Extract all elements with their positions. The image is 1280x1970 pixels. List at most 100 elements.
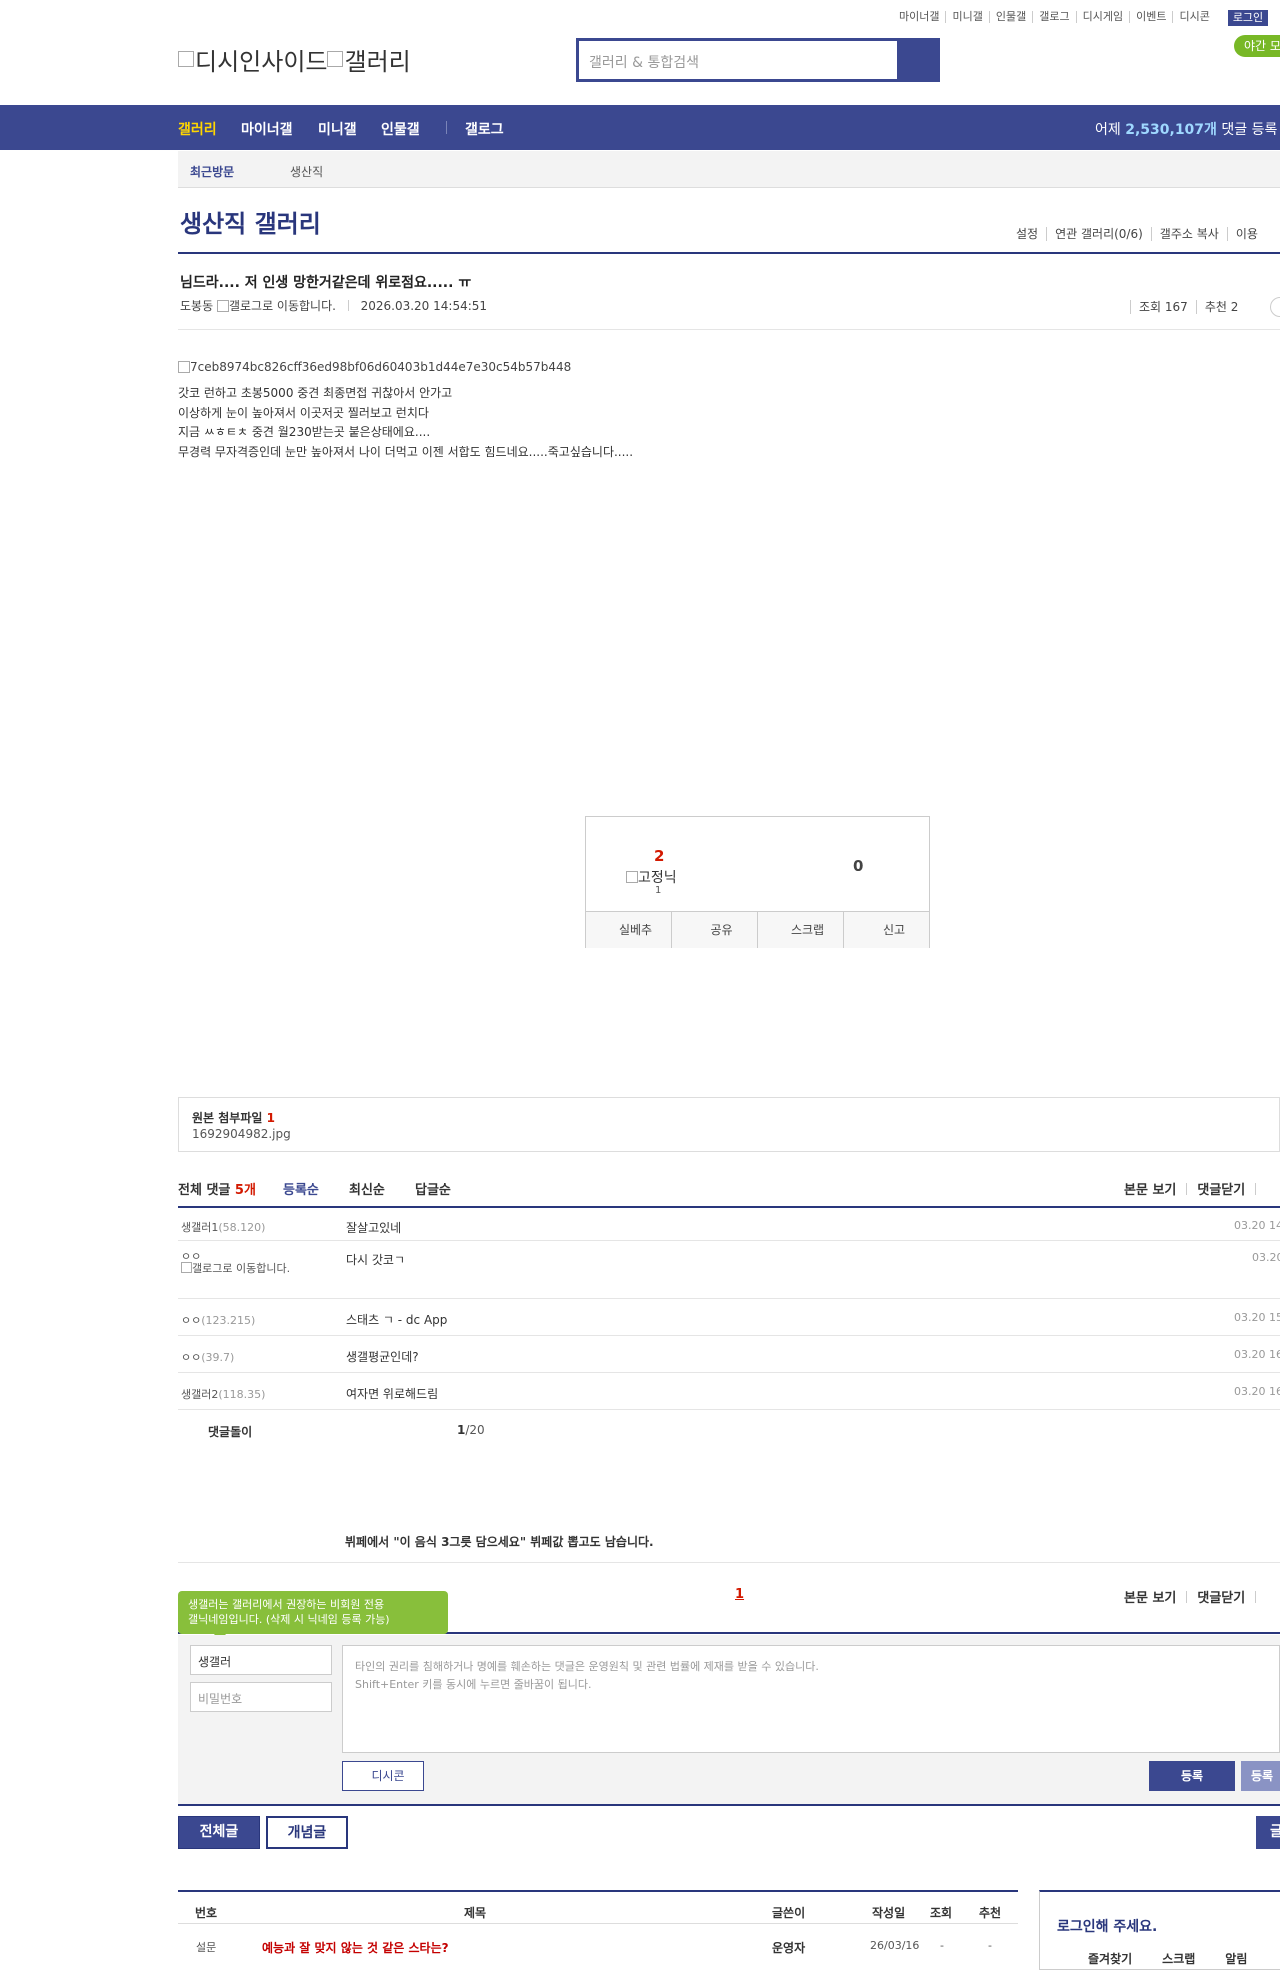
tab-favorites[interactable]: 즐겨찾기	[1088, 1952, 1132, 1966]
gallery-options: 설정 연관 갤러리(0/6) 갤주소 복사 이용	[1008, 225, 1266, 242]
broken-image-icon	[178, 361, 190, 373]
post-header-divider	[178, 329, 1280, 330]
copy-gallery-url-link[interactable]: 갤주소 복사	[1151, 227, 1228, 241]
column-views: 조회	[930, 1906, 953, 1920]
comment-nick[interactable]: 생갤러2(118.35)	[181, 1386, 265, 1402]
row-recommend: -	[988, 1939, 992, 1952]
nick-text: ㅇㅇ	[181, 1351, 202, 1364]
recent-visit-bar: 최근방문 생산직	[178, 151, 1280, 188]
close-comments-link[interactable]: 댓글닫기	[1197, 1183, 1245, 1198]
top-menu-item[interactable]: 인물갤	[990, 11, 1034, 23]
comment-text: 생갤평균인데?	[346, 1350, 419, 1364]
attachment-count: 1	[266, 1111, 275, 1125]
write-bottom-divider	[178, 1804, 1280, 1806]
gallery-title[interactable]: 생산직 갤러리	[180, 204, 321, 239]
table-row[interactable]: 설문 예능과 잘 맞지 않는 것 같은 스타는? 운영자 26/03/16 - …	[178, 1935, 1018, 1956]
sort-registered[interactable]: 등록순	[283, 1179, 319, 1198]
password-input[interactable]: 비밀번호	[190, 1682, 332, 1712]
search-box: 갤러리 & 통합검색	[576, 38, 940, 82]
post-stats: 조회 167 추천 2	[1130, 298, 1247, 315]
post-author[interactable]: 도봉동	[180, 299, 213, 313]
related-gallery-link[interactable]: 연관 갤러리(0/6)	[1047, 227, 1152, 241]
gallery-settings-link[interactable]: 설정	[1008, 227, 1048, 241]
comment-date: 03.20 15	[1234, 1311, 1280, 1324]
tab-concept-posts[interactable]: 개념글	[266, 1816, 348, 1849]
write-post-button[interactable]: 글	[1256, 1816, 1280, 1849]
post-info: 도봉동 갤로그로 이동합니다. 2026.03.20 14:54:51	[180, 297, 487, 314]
night-mode-toggle[interactable]: 야간 모	[1234, 35, 1280, 57]
comment-textarea[interactable]: 타인의 권리를 침해하거나 명예를 훼손하는 댓글은 운영원칙 및 관련 법률에…	[342, 1645, 1280, 1753]
comment-nick[interactable]: ㅇㅇ 갤로그로 이동합니다.	[181, 1251, 290, 1274]
site-logo[interactable]: 디시인사이드 갤러리	[178, 42, 411, 77]
textarea-placeholder-line: 타인의 권리를 침해하거나 명예를 훼손하는 댓글은 운영원칙 및 관련 법률에…	[355, 1660, 819, 1673]
comment-nick[interactable]: 생갤러1(58.120)	[181, 1219, 265, 1235]
top-menu-item[interactable]: 디시콘	[1173, 11, 1215, 23]
attachment-file-link[interactable]: 1692904982.jpg	[192, 1127, 291, 1141]
search-button[interactable]	[898, 41, 937, 79]
top-menu-item[interactable]: 미니갤	[946, 11, 990, 23]
comment-date: 03.20 16	[1234, 1385, 1280, 1398]
comment-text: 여자면 위로해드림	[346, 1387, 439, 1401]
main-navigation: 갤러리 마이너갤 미니갤 인물갤 갤로그 어제 2,530,107개 댓글 등록	[0, 105, 1280, 150]
view-body-link[interactable]: 본문 보기	[1124, 1183, 1176, 1198]
post-body: 갓코 런하고 초봉5000 중견 최종면접 귀찮아서 안가고 이상하게 눈이 높…	[178, 384, 633, 462]
comment-nick[interactable]: ㅇㅇ(123.215)	[181, 1312, 255, 1328]
tab-all-posts[interactable]: 전체글	[178, 1816, 260, 1849]
login-prompt[interactable]: 로그인해 주세요.	[1057, 1916, 1157, 1936]
comment-date: 03.20	[1252, 1251, 1280, 1264]
top-menu-item[interactable]: 갤로그	[1033, 11, 1077, 23]
recent-visit-label[interactable]: 최근방문	[190, 163, 234, 180]
nav-gallog[interactable]: 갤로그	[465, 119, 504, 139]
row-writer[interactable]: 운영자	[772, 1939, 805, 1956]
best-recommend-button[interactable]: 실베추	[586, 912, 672, 948]
submit-comment-button[interactable]: 등록	[1149, 1761, 1235, 1791]
daily-comment-stat: 어제 2,530,107개 댓글 등록	[1095, 119, 1277, 139]
comment-text: 다시 갓코ㄱ	[346, 1253, 406, 1267]
share-button[interactable]: 공유	[672, 912, 758, 948]
sort-replies[interactable]: 답글순	[415, 1179, 451, 1198]
top-utility-menu: 마이너갤 미니갤 인물갤 갤로그 디시게임 이벤트 디시콘	[893, 10, 1216, 23]
comment-row: 생갤러2(118.35) 여자면 위로해드림 03.20 16	[178, 1373, 1280, 1410]
sort-latest[interactable]: 최신순	[349, 1179, 385, 1198]
gallog-link[interactable]: 갤로그로 이동합니다.	[229, 299, 336, 313]
view-body-link[interactable]: 본문 보기	[1124, 1591, 1176, 1606]
row-title[interactable]: 예능과 잘 맞지 않는 것 같은 스타는?	[262, 1939, 449, 1956]
comment-date: 03.20 16	[1234, 1348, 1280, 1361]
comment-row: ㅇㅇ갤로그로 이동합니다. 다시 갓코ㄱ 03.20	[178, 1241, 1280, 1299]
top-menu-item[interactable]: 디시게임	[1077, 11, 1131, 23]
comment-robot-label[interactable]: 댓글돌이	[208, 1423, 252, 1440]
top-menu-item[interactable]: 이벤트	[1130, 11, 1174, 23]
recent-visit-item[interactable]: 생산직	[290, 163, 323, 180]
post-body-line: 무경력 무자격증인데 눈만 높아져서 나이 더먹고 이젠 서합도 힘드네요...…	[178, 444, 634, 459]
close-comments-link[interactable]: 댓글닫기	[1197, 1591, 1245, 1606]
nav-minor-gallery[interactable]: 마이너갤	[241, 119, 293, 139]
login-button[interactable]: 로그인	[1228, 10, 1268, 26]
column-writer: 글쓴이	[772, 1906, 806, 1920]
scrap-button[interactable]: 스크랩	[758, 912, 844, 948]
nav-person-gallery[interactable]: 인물갤	[381, 119, 420, 139]
nickname-input[interactable]: 생갤러	[190, 1645, 332, 1675]
ad-text-link[interactable]: 뷔페에서 "이 음식 3그릇 담으세요" 뷔페값 뽑고도 남습니다.	[345, 1533, 654, 1550]
usage-link[interactable]: 이용	[1228, 227, 1266, 241]
search-input[interactable]: 갤러리 & 통합검색	[579, 41, 897, 79]
comment-pagination-current[interactable]: 1	[735, 1587, 744, 1602]
comment-nick[interactable]: ㅇㅇ(39.7)	[181, 1349, 234, 1365]
more-icon[interactable]	[1270, 297, 1280, 317]
recommend-down-count[interactable]: 0	[853, 857, 863, 875]
report-button[interactable]: 신고	[844, 912, 930, 948]
tab-notify[interactable]: 알림	[1225, 1952, 1247, 1966]
submit-comment-alt-button[interactable]: 등록	[1241, 1761, 1280, 1791]
dccon-button[interactable]: 디시콘	[342, 1761, 424, 1791]
logo-text-main: 디시인사이드	[195, 48, 328, 76]
post-image[interactable]: 7ceb8974bc826cff36ed98bf06d60403b1d44e7e…	[178, 360, 571, 374]
post-list-header: 번호 제목 글쓴이 작성일 조회 추천	[178, 1890, 1018, 1924]
nav-gallery[interactable]: 갤러리	[178, 119, 217, 139]
recommend-up-count[interactable]: 2	[654, 847, 664, 865]
tab-scrap[interactable]: 스크랩	[1162, 1952, 1195, 1966]
broken-image-icon	[327, 51, 344, 67]
search-icon	[898, 41, 937, 79]
top-menu-item[interactable]: 마이너갤	[893, 11, 947, 23]
nav-mini-gallery[interactable]: 미니갤	[318, 119, 357, 139]
gallog-link[interactable]: 갤로그로 이동합니다.	[192, 1262, 290, 1275]
post-recommend: 추천 2	[1195, 300, 1247, 314]
